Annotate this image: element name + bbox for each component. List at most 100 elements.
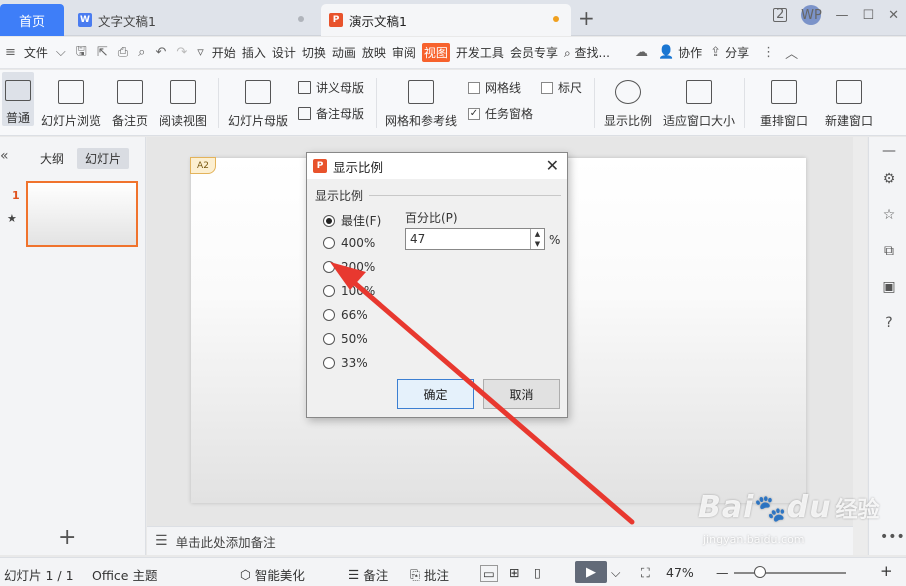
share-button[interactable]: 分享 — [725, 44, 749, 61]
redo-icon[interactable]: ↷ — [176, 45, 187, 60]
zoom-option-100[interactable]: 100% — [323, 284, 375, 298]
percent-input[interactable]: 47 ▲ ▼ — [405, 228, 545, 250]
add-slide-button[interactable]: + — [58, 525, 76, 550]
sidebar-menu-icon[interactable]: — — [880, 143, 898, 159]
ok-button[interactable]: 确定 — [397, 379, 474, 409]
tab-home[interactable]: 首页 — [0, 4, 64, 36]
ruler-checkbox[interactable]: 标尺 — [541, 79, 582, 96]
zoom-option-400[interactable]: 400% — [323, 236, 375, 250]
menu-view[interactable]: 视图 — [421, 43, 450, 62]
customize-toolbar-icon[interactable]: ▿ — [197, 45, 204, 60]
normal-view-button[interactable]: 普通 — [2, 72, 34, 126]
zoom-button[interactable]: 显示比例 — [602, 72, 654, 129]
menu-transitions[interactable]: 切换 — [302, 44, 326, 61]
panel-tabs: « 大纲 幻灯片 — [0, 148, 146, 169]
spin-down-icon[interactable]: ▼ — [535, 240, 540, 248]
window-count-icon[interactable]: 2 — [773, 8, 788, 22]
fit-zoom-icon[interactable]: ⛶ — [641, 565, 650, 581]
transition-icon[interactable]: ⧉ — [880, 243, 898, 259]
undo-icon[interactable]: ↶ — [155, 45, 166, 60]
animation-icon[interactable]: ☆ — [880, 207, 898, 223]
collapse-panel-icon[interactable]: « — [0, 148, 9, 164]
zoom-in-icon[interactable]: + — [880, 562, 893, 580]
notes-toggle-button[interactable]: ☰ 备注 — [348, 565, 388, 584]
wps-window: 首页 W 文字文稿1 P 演示文稿1 + 2 WP — ☐ ✕ ≡ 文件 ⌵ 🖫… — [0, 0, 906, 586]
search-field[interactable]: ⌕ 查找... — [564, 44, 610, 61]
properties-icon[interactable]: ⚙ — [880, 171, 898, 187]
cloud-sync-icon[interactable]: ☁ — [635, 45, 648, 60]
beautify-button[interactable]: ⬡ 智能美化 — [240, 565, 305, 584]
zoom-option-label: 66% — [341, 308, 368, 322]
print-icon[interactable]: ⎙ — [118, 45, 128, 60]
notes-master-button[interactable]: 备注母版 — [298, 105, 364, 122]
collaborate-button[interactable]: 协作 — [678, 44, 702, 61]
zoom-option-fit[interactable]: 最佳(F) — [323, 212, 381, 229]
grid-guides-button[interactable]: 网格和参考线 — [384, 72, 458, 129]
presentation-doc-icon: P — [329, 13, 343, 27]
handout-master-button[interactable]: 讲义母版 — [298, 79, 364, 96]
new-tab-button[interactable]: + — [578, 8, 595, 28]
slide-thumbnail[interactable] — [26, 181, 138, 247]
menu-animations[interactable]: 动画 — [332, 44, 356, 61]
reading-view-button[interactable]: 阅读视图 — [157, 72, 209, 129]
notes-page-button[interactable]: 备注页 — [110, 72, 150, 129]
new-window-button[interactable]: 新建窗口 — [823, 72, 875, 129]
menu-slideshow[interactable]: 放映 — [362, 44, 386, 61]
menu-file[interactable]: 文件 — [24, 44, 48, 61]
zoom-option-66[interactable]: 66% — [323, 308, 368, 322]
sorter-view-status-icon[interactable]: ⊞ — [509, 565, 519, 580]
avatar[interactable]: WP — [801, 5, 822, 25]
theme-name[interactable]: Office 主题 — [92, 565, 157, 584]
play-options-chevron-icon[interactable]: ⌵ — [611, 565, 620, 581]
hamburger-icon[interactable]: ≡ — [5, 45, 16, 60]
reading-view-status-icon[interactable]: ▯ — [534, 565, 541, 580]
zoom-option-label: 200% — [341, 260, 376, 274]
slide-sorter-button[interactable]: 幻灯片浏览 — [40, 72, 102, 129]
more-icon[interactable]: ⋮ — [762, 45, 775, 60]
tab-presentation-doc[interactable]: P 演示文稿1 — [321, 4, 571, 36]
minimize-icon[interactable]: — — [835, 8, 848, 23]
backup-icon[interactable]: ▣ — [880, 279, 898, 295]
help-icon[interactable]: ? — [880, 315, 898, 331]
search-placeholder: 查找... — [574, 46, 610, 60]
notes-page-label: 备注页 — [111, 114, 148, 128]
tab-slides[interactable]: 幻灯片 — [77, 148, 130, 169]
gridlines-checkbox[interactable]: 网格线 — [468, 79, 521, 96]
print-preview-icon[interactable]: ⌕ — [138, 45, 145, 60]
zoom-option-label: 33% — [341, 356, 368, 370]
comments-button[interactable]: ⎘ 批注 — [410, 565, 449, 584]
close-icon[interactable]: ✕ — [546, 156, 559, 175]
play-slideshow-button[interactable]: ▶ — [575, 561, 607, 583]
menu-insert[interactable]: 插入 — [242, 44, 266, 61]
fit-window-button[interactable]: 适应窗口大小 — [662, 72, 736, 129]
zoom-out-icon[interactable]: — — [716, 565, 729, 580]
arrange-windows-button[interactable]: 重排窗口 — [754, 72, 814, 129]
cancel-button[interactable]: 取消 — [483, 379, 560, 409]
ruler-check-icon — [541, 81, 553, 94]
close-window-icon[interactable]: ✕ — [888, 8, 899, 23]
zoom-option-200[interactable]: 200% — [323, 260, 375, 274]
tab-writer-doc[interactable]: W 文字文稿1 — [70, 4, 316, 36]
percent-stepper[interactable]: ▲ ▼ — [530, 229, 544, 249]
zoom-option-50[interactable]: 50% — [323, 332, 368, 346]
menu-membership[interactable]: 会员专享 — [510, 44, 558, 61]
export-icon[interactable]: ⇱ — [97, 45, 108, 60]
spin-up-icon[interactable]: ▲ — [535, 230, 540, 238]
save-icon[interactable]: 🖫 — [76, 42, 87, 64]
more-icon[interactable]: ••• — [880, 529, 905, 545]
zoom-percent[interactable]: 47% — [666, 565, 694, 580]
menu-developer[interactable]: 开发工具 — [456, 44, 504, 61]
maximize-icon[interactable]: ☐ — [862, 8, 874, 23]
collapse-ribbon-icon[interactable]: ︿ — [785, 43, 798, 62]
zoom-option-33[interactable]: 33% — [323, 356, 368, 370]
chevron-down-icon[interactable]: ⌵ — [56, 45, 66, 60]
task-pane-checkbox[interactable]: ✓ 任务窗格 — [468, 105, 533, 122]
slide-master-button[interactable]: 幻灯片母版 — [227, 72, 289, 129]
normal-view-status-icon[interactable]: ▭ — [480, 565, 498, 582]
menu-design[interactable]: 设计 — [272, 44, 296, 61]
menu-review[interactable]: 审阅 — [392, 44, 416, 61]
menu-home[interactable]: 开始 — [212, 44, 236, 61]
tab-outline[interactable]: 大纲 — [32, 148, 72, 169]
zoom-slider[interactable] — [734, 572, 846, 574]
zoom-slider-thumb[interactable] — [754, 566, 767, 578]
